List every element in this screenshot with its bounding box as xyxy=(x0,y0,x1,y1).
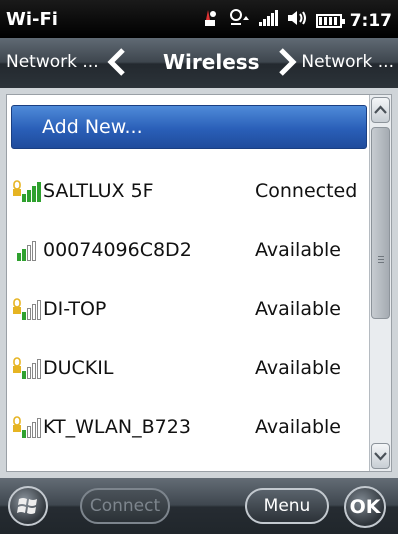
secured-signal-weak-icon xyxy=(13,416,41,438)
app-title: Wi-Fi xyxy=(6,9,58,30)
secured-signal-strong-icon xyxy=(13,180,41,202)
status-bar: Wi-Fi 7:17 xyxy=(0,0,398,38)
softkey-bar: Connect Menu OK xyxy=(0,478,398,534)
list-item[interactable]: KT_WLAN_B723 Available xyxy=(9,408,371,448)
tab-navigation-bar: Network ... Wireless Network ... xyxy=(0,38,398,88)
scroll-down-button[interactable] xyxy=(371,443,390,469)
list-item[interactable]: SALTLUX 5F Connected xyxy=(9,172,371,212)
chevron-up-icon xyxy=(374,105,387,114)
secured-signal-weak-icon xyxy=(13,298,41,320)
network-name: DUCKIL xyxy=(43,357,114,379)
scrollbar[interactable] xyxy=(369,95,391,471)
start-button[interactable] xyxy=(8,486,48,526)
connect-button[interactable]: Connect xyxy=(80,488,170,524)
network-status: Available xyxy=(255,416,342,438)
grip-icon xyxy=(378,256,384,264)
network-name: DI-TOP xyxy=(43,298,107,320)
scroll-up-button[interactable] xyxy=(371,97,390,123)
chevron-down-icon xyxy=(374,452,387,461)
network-status: Connected xyxy=(255,180,358,202)
list-item[interactable]: DI-TOP Available xyxy=(9,290,371,330)
network-list: Add New... SALTLUX 5F Connected 00074096… xyxy=(6,94,392,472)
network-status: Available xyxy=(255,357,342,379)
network-name: 00074096C8D2 xyxy=(43,239,192,261)
tab-network-prev[interactable]: Network ... xyxy=(6,52,99,72)
network-name: SALTLUX 5F xyxy=(43,180,154,202)
add-new-button[interactable]: Add New... xyxy=(11,105,367,149)
network-name: KT_WLAN_B723 xyxy=(43,416,191,438)
list-item[interactable]: DUCKIL Available xyxy=(9,349,371,389)
menu-button[interactable]: Menu xyxy=(245,488,329,524)
status-icons: 7:17 xyxy=(201,8,392,33)
sync-icon[interactable] xyxy=(227,8,251,33)
list-item[interactable]: 00074096C8D2 Available xyxy=(9,231,371,271)
volume-icon[interactable] xyxy=(286,9,308,32)
clock[interactable]: 7:17 xyxy=(350,11,392,31)
chevron-right-icon[interactable] xyxy=(276,48,298,76)
tab-wireless[interactable]: Wireless xyxy=(163,50,260,74)
signal-medium-icon xyxy=(17,241,36,261)
content-area: Add New... SALTLUX 5F Connected 00074096… xyxy=(0,88,398,478)
network-status: Available xyxy=(255,239,342,261)
network-status: Available xyxy=(255,298,342,320)
signal-icon[interactable] xyxy=(258,10,278,31)
secured-signal-weak-icon xyxy=(13,357,41,379)
tab-network-next[interactable]: Network ... xyxy=(301,52,394,72)
scroll-thumb[interactable] xyxy=(371,127,390,319)
windows-logo-icon xyxy=(17,498,37,514)
ok-button[interactable]: OK xyxy=(344,486,386,528)
battery-icon[interactable] xyxy=(315,13,345,28)
chevron-left-icon[interactable] xyxy=(106,48,128,76)
notification-icon[interactable] xyxy=(201,8,219,33)
